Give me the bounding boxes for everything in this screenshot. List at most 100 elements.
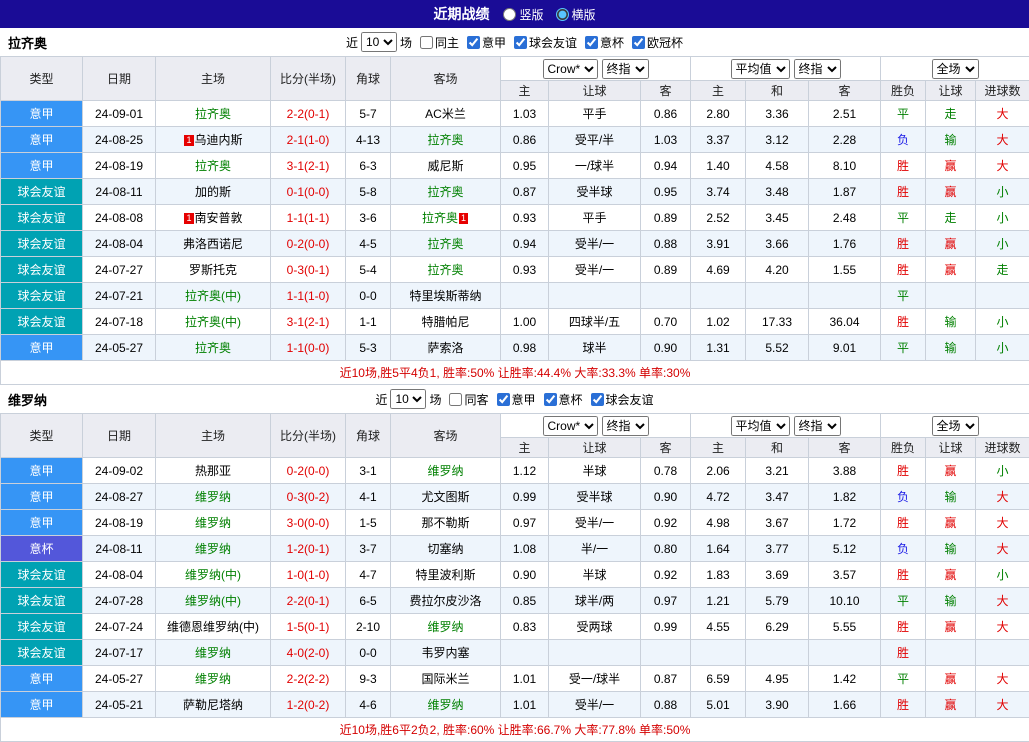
home-team-cell[interactable]: 加的斯	[156, 179, 271, 205]
league-filter-checkbox-input[interactable]	[449, 393, 462, 406]
score-cell[interactable]: 3-1(2-1)	[271, 153, 346, 179]
recent-count-select[interactable]: 10	[390, 389, 426, 409]
average-odds-select[interactable]: 平均值	[731, 59, 790, 79]
score-cell[interactable]: 0-3(0-2)	[271, 484, 346, 510]
score-cell[interactable]: 1-1(1-0)	[271, 283, 346, 309]
away-team-cell[interactable]: 萨索洛	[391, 335, 501, 361]
away-team-name[interactable]: 拉齐奥	[422, 211, 458, 225]
league-filter-checkbox[interactable]: 同主	[415, 34, 459, 51]
away-team-cell[interactable]: 国际米兰	[391, 666, 501, 692]
away-team-cell[interactable]: 维罗纳	[391, 614, 501, 640]
score-cell[interactable]: 3-0(0-0)	[271, 510, 346, 536]
league-filter-checkbox-input[interactable]	[497, 393, 510, 406]
home-team-name[interactable]: 拉齐奥(中)	[185, 289, 241, 303]
league-filter-checkbox-input[interactable]	[467, 36, 480, 49]
final-index-select[interactable]: 终指	[602, 59, 649, 79]
score-cell[interactable]: 0-1(0-0)	[271, 179, 346, 205]
league-filter-checkbox-input[interactable]	[544, 393, 557, 406]
home-team-cell[interactable]: 维罗纳	[156, 484, 271, 510]
league-filter-checkbox-input[interactable]	[585, 36, 598, 49]
home-team-cell[interactable]: 萨勒尼塔纳	[156, 692, 271, 718]
away-team-cell[interactable]: 拉齐奥1	[391, 205, 501, 231]
away-team-cell[interactable]: 拉齐奥	[391, 127, 501, 153]
home-team-cell[interactable]: 热那亚	[156, 458, 271, 484]
score-cell[interactable]: 1-1(1-1)	[271, 205, 346, 231]
league-filter-checkbox-input[interactable]	[632, 36, 645, 49]
league-filter-checkbox[interactable]: 球会友谊	[586, 391, 654, 408]
layout-radio-input[interactable]	[556, 8, 569, 21]
away-team-name[interactable]: 特腊帕尼	[421, 315, 469, 329]
full-match-select[interactable]: 全场	[932, 416, 979, 436]
away-team-name[interactable]: 维罗纳	[427, 698, 463, 712]
home-team-name[interactable]: 维罗纳(中)	[185, 594, 241, 608]
away-team-name[interactable]: 维罗纳	[427, 464, 463, 478]
away-team-cell[interactable]: 拉齐奥	[391, 179, 501, 205]
away-team-name[interactable]: 特里埃斯蒂纳	[409, 289, 481, 303]
final-index-select[interactable]: 终指	[602, 416, 649, 436]
score-cell[interactable]: 0-2(0-0)	[271, 231, 346, 257]
score-cell[interactable]: 2-1(1-0)	[271, 127, 346, 153]
league-filter-checkbox-input[interactable]	[591, 393, 604, 406]
home-team-cell[interactable]: 1南安普敦	[156, 205, 271, 231]
away-team-name[interactable]: 费拉尔皮沙洛	[409, 594, 481, 608]
home-team-cell[interactable]: 拉齐奥	[156, 153, 271, 179]
home-team-cell[interactable]: 拉齐奥	[156, 335, 271, 361]
home-team-name[interactable]: 维罗纳	[195, 646, 231, 660]
score-cell[interactable]: 2-2(0-1)	[271, 588, 346, 614]
away-team-name[interactable]: 威尼斯	[427, 159, 463, 173]
home-team-name[interactable]: 弗洛西诺尼	[183, 237, 243, 251]
league-filter-checkbox[interactable]: 同客	[444, 391, 488, 408]
odds-company-select[interactable]: Crow*	[543, 416, 598, 436]
home-team-name[interactable]: 拉齐奥(中)	[185, 315, 241, 329]
score-cell[interactable]: 1-5(0-1)	[271, 614, 346, 640]
away-team-name[interactable]: 那不勒斯	[421, 516, 469, 530]
away-team-cell[interactable]: AC米兰	[391, 101, 501, 127]
home-team-name[interactable]: 萨勒尼塔纳	[183, 698, 243, 712]
score-cell[interactable]: 1-2(0-2)	[271, 692, 346, 718]
score-cell[interactable]: 1-0(1-0)	[271, 562, 346, 588]
home-team-cell[interactable]: 拉齐奥(中)	[156, 309, 271, 335]
home-team-name[interactable]: 维罗纳(中)	[185, 568, 241, 582]
away-team-name[interactable]: 尤文图斯	[421, 490, 469, 504]
league-filter-checkbox-input[interactable]	[514, 36, 527, 49]
home-team-cell[interactable]: 维罗纳(中)	[156, 562, 271, 588]
away-team-cell[interactable]: 特里波利斯	[391, 562, 501, 588]
home-team-name[interactable]: 拉齐奥	[195, 341, 231, 355]
away-team-cell[interactable]: 尤文图斯	[391, 484, 501, 510]
home-team-name[interactable]: 维罗纳	[195, 542, 231, 556]
final-index-select[interactable]: 终指	[794, 59, 841, 79]
league-filter-checkbox-input[interactable]	[420, 36, 433, 49]
away-team-cell[interactable]: 特腊帕尼	[391, 309, 501, 335]
full-match-select[interactable]: 全场	[932, 59, 979, 79]
away-team-name[interactable]: 拉齐奥	[427, 263, 463, 277]
score-cell[interactable]: 3-1(2-1)	[271, 309, 346, 335]
away-team-cell[interactable]: 韦罗内塞	[391, 640, 501, 666]
away-team-name[interactable]: 拉齐奥	[427, 133, 463, 147]
away-team-name[interactable]: 拉齐奥	[427, 237, 463, 251]
away-team-name[interactable]: AC米兰	[425, 107, 466, 121]
away-team-cell[interactable]: 特里埃斯蒂纳	[391, 283, 501, 309]
league-filter-checkbox[interactable]: 意杯	[580, 34, 624, 51]
away-team-cell[interactable]: 切塞纳	[391, 536, 501, 562]
home-team-cell[interactable]: 拉齐奥(中)	[156, 283, 271, 309]
final-index-select[interactable]: 终指	[794, 416, 841, 436]
home-team-cell[interactable]: 维罗纳(中)	[156, 588, 271, 614]
home-team-name[interactable]: 乌迪内斯	[195, 133, 243, 147]
score-cell[interactable]: 2-2(2-2)	[271, 666, 346, 692]
score-cell[interactable]: 2-2(0-1)	[271, 101, 346, 127]
home-team-name[interactable]: 维罗纳	[195, 672, 231, 686]
home-team-name[interactable]: 维德恩维罗纳(中)	[167, 620, 259, 634]
away-team-cell[interactable]: 威尼斯	[391, 153, 501, 179]
home-team-name[interactable]: 南安普敦	[195, 211, 243, 225]
score-cell[interactable]: 1-2(0-1)	[271, 536, 346, 562]
home-team-cell[interactable]: 维罗纳	[156, 666, 271, 692]
home-team-cell[interactable]: 罗斯托克	[156, 257, 271, 283]
score-cell[interactable]: 4-0(2-0)	[271, 640, 346, 666]
away-team-cell[interactable]: 维罗纳	[391, 458, 501, 484]
home-team-cell[interactable]: 拉齐奥	[156, 101, 271, 127]
home-team-name[interactable]: 拉齐奥	[195, 107, 231, 121]
home-team-name[interactable]: 热那亚	[195, 464, 231, 478]
away-team-cell[interactable]: 拉齐奥	[391, 231, 501, 257]
league-filter-checkbox[interactable]: 意甲	[462, 34, 506, 51]
score-cell[interactable]: 1-1(0-0)	[271, 335, 346, 361]
